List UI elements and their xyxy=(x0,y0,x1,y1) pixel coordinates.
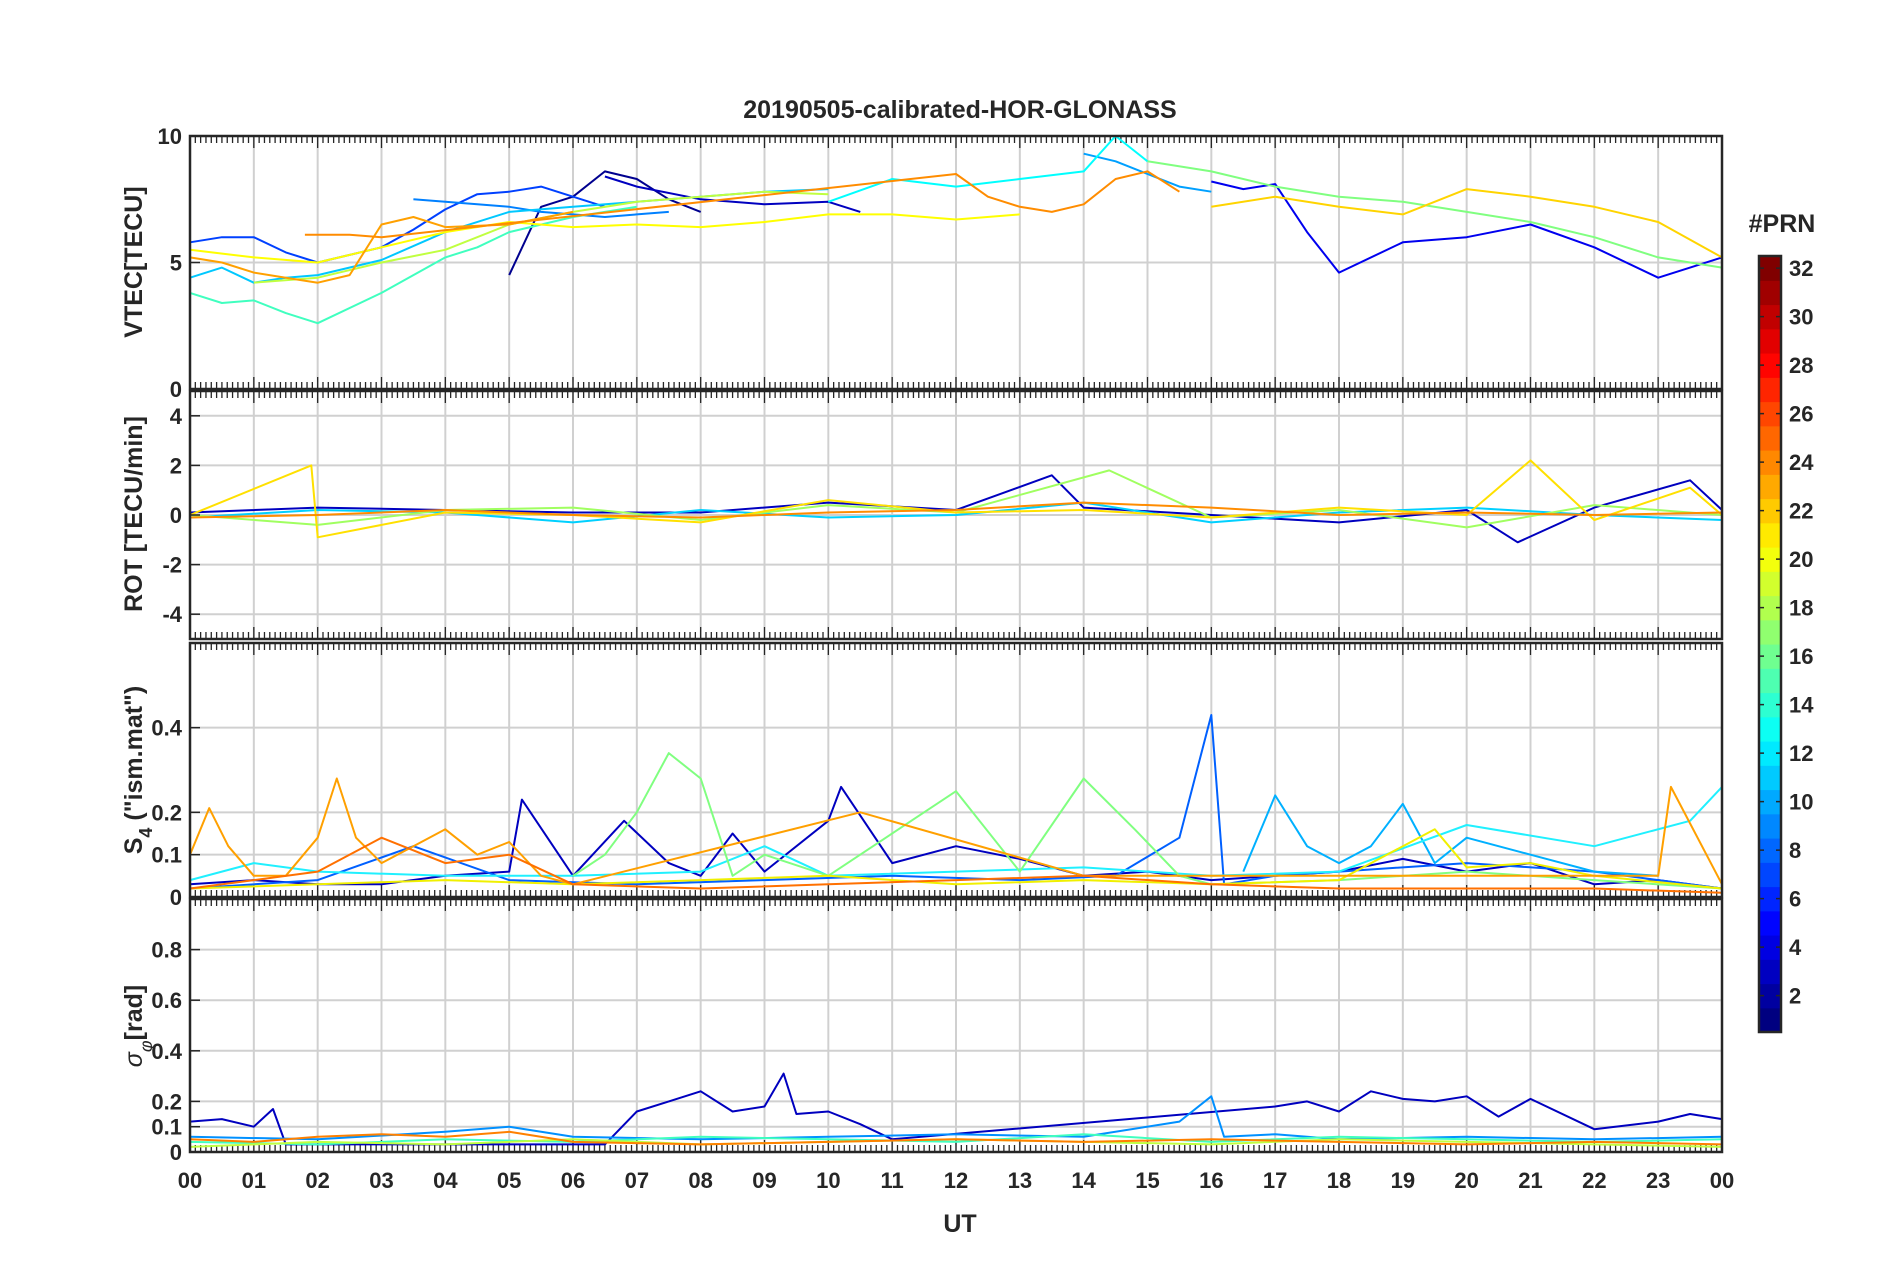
x-tick-label: 02 xyxy=(305,1168,329,1193)
colorbar-tick-label: 20 xyxy=(1789,547,1813,572)
colorbar-tick-label: 30 xyxy=(1789,305,1813,330)
colorbar-tick-label: 10 xyxy=(1789,790,1813,815)
y-tick-label: 0 xyxy=(170,377,182,402)
colorbar-tick-label: 2 xyxy=(1789,984,1801,1009)
colorbar-segment xyxy=(1759,959,1781,985)
y-tick-label: 0 xyxy=(170,503,182,528)
y-tick-label: 4 xyxy=(170,404,183,429)
y-tick-label: 2 xyxy=(170,453,182,478)
x-tick-label: 14 xyxy=(1071,1168,1096,1193)
y-tick-label: 0.1 xyxy=(151,843,182,868)
x-tick-label: 04 xyxy=(433,1168,458,1193)
y-tick-label: 0.4 xyxy=(151,716,182,741)
colorbar-segment xyxy=(1759,522,1781,548)
y-tick-label: 0 xyxy=(170,1140,182,1165)
colorbar-label: #PRN xyxy=(1749,210,1816,238)
colorbar-tick-label: 32 xyxy=(1789,256,1813,281)
x-tick-label: 17 xyxy=(1263,1168,1287,1193)
colorbar-segment xyxy=(1759,1007,1781,1033)
y-tick-label: -4 xyxy=(162,602,182,627)
x-tick-label: 03 xyxy=(369,1168,393,1193)
y-tick-label: 10 xyxy=(158,124,182,149)
x-tick-label: 13 xyxy=(1008,1168,1032,1193)
colorbar-segment xyxy=(1759,668,1781,694)
y-tick-label: 0.8 xyxy=(151,938,182,963)
x-axis-label: UT xyxy=(943,1210,976,1238)
y-tick-label: 0.2 xyxy=(151,800,182,825)
colorbar-tick-label: 16 xyxy=(1789,644,1813,669)
colorbar-segment xyxy=(1759,910,1781,936)
x-tick-label: 07 xyxy=(625,1168,649,1193)
colorbar-segment xyxy=(1759,425,1781,451)
colorbar-tick-label: 24 xyxy=(1789,450,1814,475)
x-tick-label: 20 xyxy=(1454,1168,1478,1193)
colorbar-tick-label: 26 xyxy=(1789,402,1813,427)
x-tick-label: 19 xyxy=(1391,1168,1415,1193)
colorbar-segment xyxy=(1759,862,1781,888)
figure: 20190505-calibrated-HOR-GLONASS 0510VTEC… xyxy=(0,0,1902,1272)
x-tick-label: 23 xyxy=(1646,1168,1670,1193)
colorbar-segment xyxy=(1759,377,1781,403)
colorbar-tick-label: 28 xyxy=(1789,353,1813,378)
y-tick-label: 0.2 xyxy=(151,1089,182,1114)
colorbar-segment xyxy=(1759,765,1781,791)
colorbar-segment xyxy=(1759,328,1781,354)
colorbar-segment xyxy=(1759,474,1781,500)
colorbar-tick-label: 8 xyxy=(1789,838,1801,863)
y-tick-label: 5 xyxy=(170,251,182,276)
x-tick-label: 10 xyxy=(816,1168,840,1193)
x-tick-label: 05 xyxy=(497,1168,521,1193)
x-tick-label: 01 xyxy=(242,1168,266,1193)
colorbar-tick-label: 6 xyxy=(1789,887,1801,912)
x-tick-label: 18 xyxy=(1327,1168,1351,1193)
y-tick-label: 0.6 xyxy=(151,988,182,1013)
colorbar-tick-label: 18 xyxy=(1789,596,1813,621)
x-tick-label: 08 xyxy=(688,1168,712,1193)
colorbar-segment xyxy=(1759,716,1781,742)
y-tick-label: 0 xyxy=(170,885,182,910)
x-tick-label: 21 xyxy=(1518,1168,1542,1193)
colorbar-tick-label: 22 xyxy=(1789,499,1813,524)
x-tick-label: 06 xyxy=(561,1168,585,1193)
colorbar-tick-label: 12 xyxy=(1789,741,1813,766)
colorbar-segment xyxy=(1759,280,1781,306)
x-tick-label: 15 xyxy=(1135,1168,1159,1193)
figure-title: 20190505-calibrated-HOR-GLONASS xyxy=(743,96,1176,124)
x-tick-label: 11 xyxy=(881,1168,904,1193)
colorbar-tick-label: 14 xyxy=(1789,693,1814,718)
y-tick-label: -2 xyxy=(162,553,182,578)
y-axis-label-rot: ROT [TECU/min] xyxy=(120,416,148,612)
x-tick-label: 16 xyxy=(1199,1168,1223,1193)
x-tick-label: 12 xyxy=(944,1168,968,1193)
x-tick-label: 22 xyxy=(1582,1168,1606,1193)
x-tick-label: 00 xyxy=(1710,1168,1734,1193)
colorbar-tick-label: 4 xyxy=(1789,935,1802,960)
x-tick-label: 00 xyxy=(178,1168,202,1193)
y-axis-label-vtec: VTEC[TECU] xyxy=(120,186,148,337)
colorbar-segment xyxy=(1759,619,1781,645)
x-tick-label: 09 xyxy=(752,1168,776,1193)
colorbar-segment xyxy=(1759,813,1781,839)
colorbar-segment xyxy=(1759,571,1781,597)
y-tick-label: 0.1 xyxy=(151,1115,182,1140)
y-tick-label: 0.4 xyxy=(151,1039,182,1064)
